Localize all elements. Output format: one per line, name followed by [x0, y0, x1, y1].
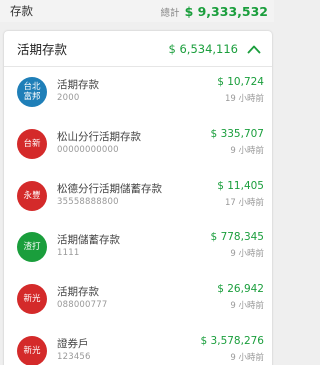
account-balance: $ 335,707: [210, 128, 264, 140]
account-number: 00000000000: [57, 145, 119, 155]
account-row[interactable]: 台北 富邦 活期存款 2000 $ 10,724 19 小時前: [4, 70, 272, 118]
account-name: 證券戶: [57, 338, 89, 350]
chevron-up-icon[interactable]: [247, 44, 261, 54]
updated-time: 19 小時前: [224, 94, 264, 104]
bank-logo: 新光: [17, 284, 47, 314]
bank-logo: 新光: [17, 336, 47, 365]
account-row[interactable]: 永豐 松德分行活期儲蓄存款 35558888800 $ 11,405 17 小時…: [4, 174, 272, 222]
account-balance: $ 26,942: [217, 283, 264, 295]
account-name: 活期存款: [57, 79, 99, 91]
bank-logo: 永豐: [17, 181, 47, 211]
demand-deposit-card: 活期存款 $ 6,534,116 台北 富邦 活期存款 2000 $ 10,72…: [4, 31, 272, 365]
account-name: 松山分行活期存款: [57, 131, 141, 143]
section-total: $ 6,534,116: [168, 41, 239, 56]
page-title: 存款: [10, 4, 33, 18]
updated-time: 9 小時前: [230, 301, 264, 311]
section-header[interactable]: 活期存款 $ 6,534,116: [4, 31, 272, 67]
account-row[interactable]: 新光 證券戶 123456 $ 3,578,276 9 小時前: [4, 329, 272, 365]
account-number: 1111: [57, 248, 80, 258]
total-value: $ 9,333,532: [184, 3, 268, 19]
grand-total: 總計 $ 9,333,532: [161, 4, 268, 19]
account-balance: $ 3,578,276: [200, 335, 264, 347]
account-row[interactable]: 渣打 活期儲蓄存款 1111 $ 778,345 9 小時前: [4, 225, 272, 273]
section-title: 活期存款: [17, 42, 68, 57]
account-name: 活期儲蓄存款: [57, 234, 120, 246]
account-balance: $ 11,405: [217, 180, 264, 192]
updated-time: 9 小時前: [230, 146, 264, 156]
account-row[interactable]: 台新 松山分行活期存款 00000000000 $ 335,707 9 小時前: [4, 122, 272, 170]
bank-logo: 渣打: [17, 232, 47, 262]
bank-logo: 台新: [17, 129, 47, 159]
total-label: 總計: [160, 7, 180, 19]
updated-time: 17 小時前: [224, 198, 264, 208]
account-name: 松德分行活期儲蓄存款: [57, 183, 162, 195]
account-row[interactable]: 新光 活期存款 088000777 $ 26,942 9 小時前: [4, 277, 272, 325]
updated-time: 9 小時前: [230, 249, 264, 259]
account-number: 2000: [57, 93, 80, 103]
account-number: 123456: [57, 352, 91, 362]
account-balance: $ 10,724: [217, 76, 264, 88]
top-bar: 存款 總計 $ 9,333,532: [0, 0, 274, 22]
bank-logo: 台北 富邦: [17, 77, 47, 107]
account-name: 活期存款: [57, 286, 99, 298]
account-number: 35558888800: [57, 197, 119, 207]
account-balance: $ 778,345: [210, 231, 264, 243]
account-number: 088000777: [57, 300, 108, 310]
updated-time: 9 小時前: [230, 353, 264, 363]
